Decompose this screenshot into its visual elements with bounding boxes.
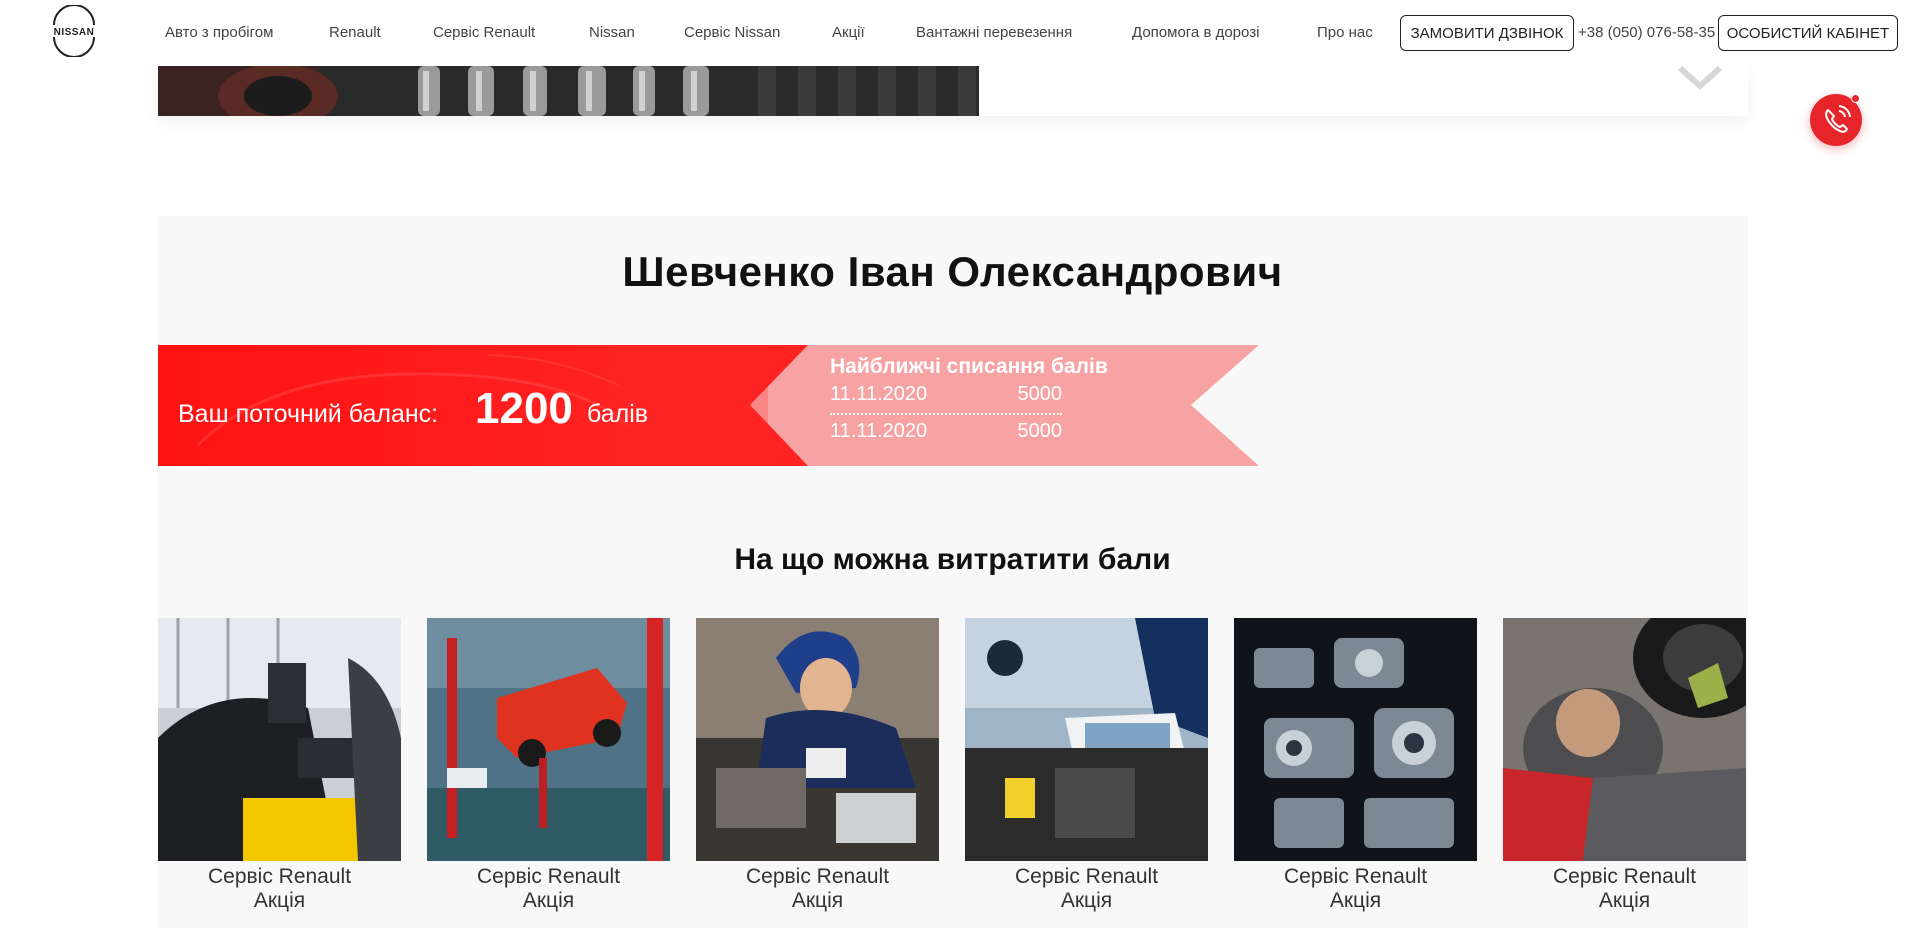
offer-caption: Сервіс Renault Акція	[427, 865, 670, 913]
balance-unit: балів	[587, 400, 649, 428]
offer-category: Сервіс Renault	[745, 865, 890, 888]
writeoff-row: 11.11.2020 5000	[830, 420, 1062, 450]
offer-card[interactable]: Сервіс Renault Акція	[696, 618, 939, 913]
offer-caption: Сервіс Renault Акція	[158, 865, 401, 913]
offer-card[interactable]: Сервіс Renault Акція	[158, 618, 401, 913]
offer-card[interactable]: Сервіс Renault Акція	[427, 618, 670, 913]
offer-card[interactable]: Сервіс Renault Акція	[1503, 618, 1746, 913]
call-widget-button[interactable]	[1810, 94, 1862, 146]
nav-cargo[interactable]: Вантажні перевезення	[916, 24, 1072, 41]
offer-category: Сервіс Renault	[1283, 865, 1428, 888]
nav-promotions[interactable]: Акції	[832, 24, 865, 41]
balance-label: Ваш поточний баланс:	[178, 400, 439, 428]
balance-value: 1200	[475, 384, 573, 433]
offer-card[interactable]: Сервіс Renault Акція	[965, 618, 1208, 913]
nav-nissan-service[interactable]: Сервіс Nissan	[684, 24, 780, 41]
offer-image-diagnostics	[158, 618, 401, 861]
offer-type: Акція	[253, 889, 306, 912]
writeoff-date: 11.11.2020	[830, 420, 928, 442]
banner-tools-image	[158, 66, 979, 116]
chevron-down-icon[interactable]	[1678, 66, 1722, 90]
offer-caption: Сервіс Renault Акція	[965, 865, 1208, 913]
offer-caption: Сервіс Renault Акція	[1503, 865, 1746, 913]
offer-image-wheel-service	[1503, 618, 1746, 861]
site-header: NISSAN Авто з пробігом Renault Сервіс Re…	[0, 0, 1905, 66]
offer-image-tablet	[965, 618, 1208, 861]
logo-text: NISSAN	[54, 27, 95, 38]
offer-category: Сервіс Renault	[207, 865, 352, 888]
writeoff-row: 11.11.2020 5000	[830, 383, 1062, 415]
offer-image-mechanic	[696, 618, 939, 861]
writeoff-date: 11.11.2020	[830, 383, 928, 405]
offer-category: Сервіс Renault	[1014, 865, 1159, 888]
offer-type: Акція	[1598, 889, 1651, 912]
nav-nissan[interactable]: Nissan	[589, 24, 635, 41]
phone-link[interactable]: +38 (050) 076-58-35	[1578, 24, 1715, 41]
offer-type: Акція	[522, 889, 575, 912]
nav-about[interactable]: Про нас	[1317, 24, 1373, 41]
user-full-name: Шевченко Іван Олександрович	[622, 248, 1283, 295]
offer-category: Сервіс Renault	[1552, 865, 1697, 888]
nissan-logo[interactable]: NISSAN	[44, 4, 104, 58]
offer-type: Акція	[1329, 889, 1382, 912]
nav-renault[interactable]: Renault	[329, 24, 381, 41]
offer-type: Акція	[1060, 889, 1113, 912]
offer-caption: Сервіс Renault Акція	[1234, 865, 1477, 913]
offer-caption: Сервіс Renault Акція	[696, 865, 939, 913]
writeoff-amount: 5000	[1017, 420, 1063, 442]
offer-card[interactable]: Сервіс Renault Акція	[1234, 618, 1477, 913]
order-call-button[interactable]: ЗАМОВИТИ ДЗВІНОК	[1400, 15, 1574, 51]
writeoff-amount: 5000	[1017, 383, 1063, 405]
notification-dot	[1851, 94, 1860, 103]
nav-used-cars[interactable]: Авто з пробігом	[165, 24, 273, 41]
offer-type: Акція	[791, 889, 844, 912]
personal-account-button[interactable]: ОСОБИСТИЙ КАБІНЕТ	[1718, 15, 1898, 51]
top-banner	[158, 66, 1748, 116]
spend-points-title: На що можна витратити бали	[734, 543, 1171, 576]
offer-category: Сервіс Renault	[476, 865, 621, 888]
nav-road-assistance[interactable]: Допомога в дорозі	[1132, 24, 1259, 41]
nav-renault-service[interactable]: Сервіс Renault	[433, 24, 535, 41]
upcoming-writeoffs-title: Найближчі списання балів	[830, 355, 1108, 378]
offer-image-lift	[427, 618, 670, 861]
offer-image-engine	[1234, 618, 1477, 861]
